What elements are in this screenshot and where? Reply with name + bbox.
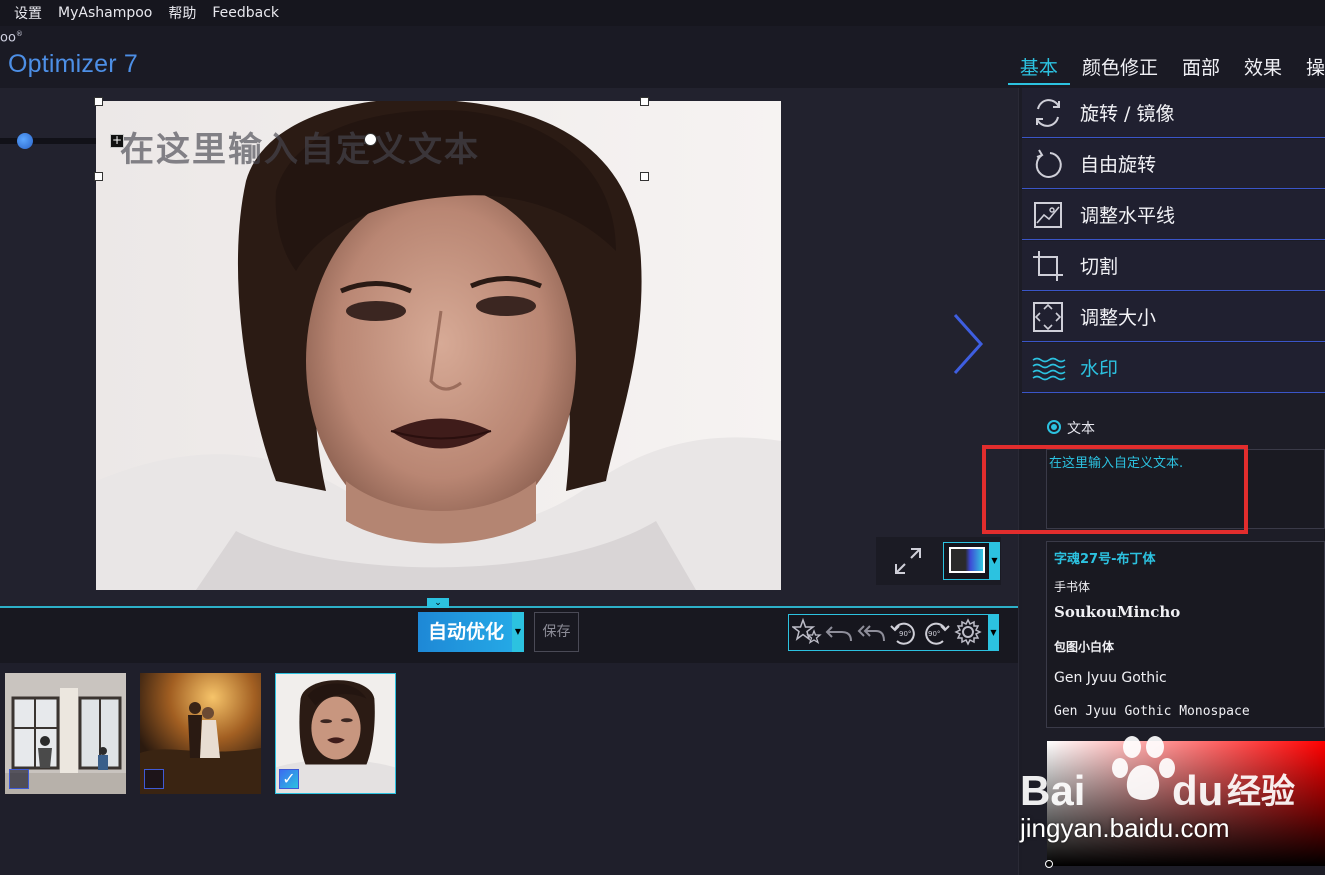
tab-basic[interactable]: 基本 (1007, 55, 1070, 85)
resize-icon (1033, 301, 1063, 332)
next-image-arrow-icon[interactable] (945, 312, 990, 377)
selection-handle-bl[interactable] (94, 172, 103, 181)
selection-handle-tr[interactable] (640, 97, 649, 106)
panel-item-free-rotate[interactable]: 自由旋转 (1022, 139, 1325, 189)
auto-optimize-dropdown-icon[interactable]: ▼ (512, 612, 524, 652)
tab-more[interactable]: 操 (1294, 55, 1325, 85)
tab-color-correction[interactable]: 颜色修正 (1070, 55, 1170, 85)
selection-handle-br[interactable] (640, 172, 649, 181)
tab-face[interactable]: 面部 (1170, 55, 1232, 85)
font-item[interactable]: 手书体 (1054, 578, 1090, 595)
font-list[interactable] (1046, 541, 1325, 728)
compare-icon (949, 547, 985, 573)
panel-item-label: 自由旋转 (1080, 154, 1157, 176)
menu-settings[interactable]: 设置 (14, 3, 42, 23)
font-item[interactable]: 字魂27号-布丁体 (1054, 548, 1156, 567)
panel-item-crop[interactable]: 切割 (1022, 241, 1325, 291)
magic-stars-icon[interactable] (792, 617, 822, 647)
svg-text:90°: 90° (928, 630, 940, 638)
panel-item-rotate-mirror[interactable]: 旋转 / 镜像 (1022, 88, 1325, 138)
brand-fragment: oo® (0, 30, 23, 46)
tools-dropdown-icon[interactable]: ▼ (988, 614, 999, 651)
category-tabs: 基本 颜色修正 面部 效果 操 (1007, 55, 1325, 85)
font-item[interactable]: 包图小白体 (1054, 638, 1114, 655)
panel-item-label: 调整水平线 (1080, 205, 1176, 227)
undo-all-icon[interactable] (856, 617, 886, 647)
font-item[interactable]: Gen Jyuu Gothic Monospace (1054, 704, 1250, 719)
panel-item-label: 水印 (1080, 358, 1119, 380)
menu-bar: 设置 MyAshampoo 帮助 Feedback (0, 0, 1325, 26)
panel-item-label: 调整大小 (1080, 307, 1157, 329)
panel-item-label: 旋转 / 镜像 (1080, 103, 1175, 125)
text-mode-label: 文本 (1067, 421, 1095, 437)
svg-text:Bai: Bai (1020, 767, 1085, 814)
highlight-annotation-box (982, 445, 1248, 534)
rotate-mirror-icon (1036, 98, 1060, 127)
auto-optimize-button[interactable]: 自动优化 (418, 612, 514, 652)
selection-rotate-handle[interactable] (364, 133, 377, 146)
panel-item-label: 切割 (1080, 256, 1119, 278)
menu-myashampoo[interactable]: MyAshampoo (58, 5, 152, 21)
slider-plus-icon[interactable]: + (110, 134, 124, 148)
svg-text:90°: 90° (899, 630, 911, 638)
undo-icon[interactable] (824, 617, 854, 647)
gear-icon[interactable] (953, 617, 983, 647)
fullscreen-expand-icon[interactable] (891, 544, 925, 578)
save-button[interactable]: 保存 (534, 612, 579, 652)
opacity-slider-knob[interactable] (17, 133, 33, 149)
panel-item-horizon[interactable]: 调整水平线 (1022, 190, 1325, 240)
compare-dropdown-icon[interactable]: ▼ (989, 542, 1000, 580)
crop-icon (1033, 250, 1063, 281)
font-item[interactable]: SoukouMincho (1054, 603, 1180, 621)
watermark-text-preview[interactable]: 在这里输入自定义文本 (120, 122, 480, 171)
rotate-right-90-icon[interactable]: 90° (921, 617, 951, 647)
free-rotate-icon (1035, 148, 1062, 178)
thumbnail-checkbox-checked[interactable]: ✓ (279, 769, 299, 789)
svg-text:du: du (1172, 767, 1223, 814)
thumbnail-checkbox[interactable] (9, 769, 29, 789)
rotate-left-90-icon[interactable]: 90° (889, 617, 919, 647)
watermark-icon (1032, 357, 1066, 380)
thumbnail-checkbox[interactable] (144, 769, 164, 789)
horizon-icon (1034, 201, 1062, 228)
svg-text:经验: 经验 (1227, 772, 1295, 812)
baidu-site-text: jingyan.baidu.com (1020, 813, 1230, 843)
text-mode-radio[interactable] (1047, 420, 1061, 434)
app-title: Optimizer 7 (8, 50, 139, 78)
color-picker-handle[interactable] (1045, 860, 1053, 868)
menu-feedback[interactable]: Feedback (212, 5, 279, 21)
portrait-image (96, 101, 781, 590)
font-item[interactable]: Gen Jyuu Gothic (1054, 670, 1167, 686)
panel-item-watermark[interactable]: 水印 (1022, 343, 1325, 393)
selection-handle-tl[interactable] (94, 97, 103, 106)
main-photo (96, 101, 781, 590)
tab-effects[interactable]: 效果 (1232, 55, 1294, 85)
panel-item-resize[interactable]: 调整大小 (1022, 292, 1325, 342)
menu-help[interactable]: 帮助 (168, 3, 196, 23)
